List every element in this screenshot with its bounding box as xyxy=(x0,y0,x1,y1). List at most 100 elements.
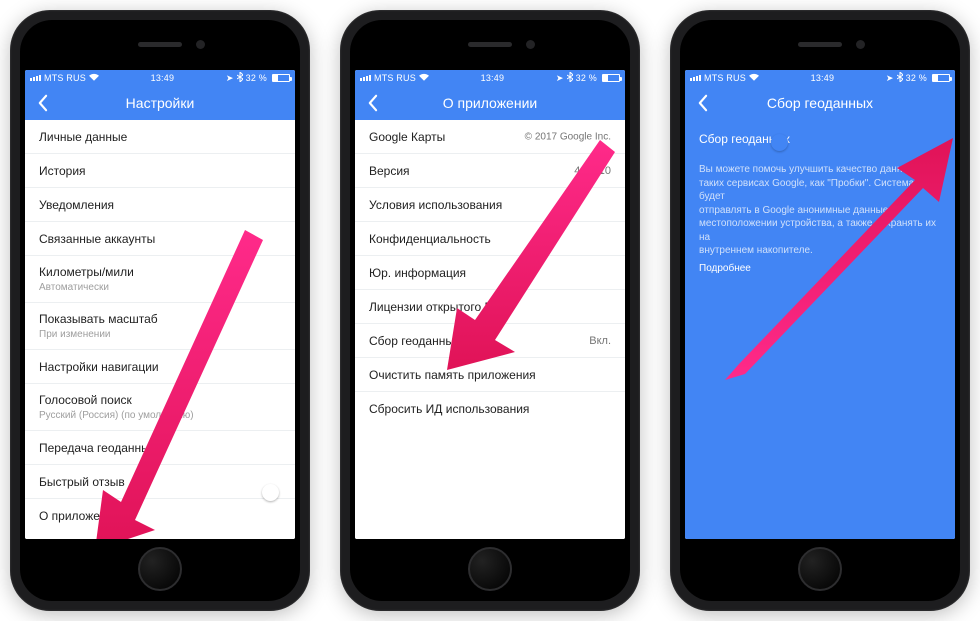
battery-icon xyxy=(272,74,290,82)
phone-inner: MTS RUS 13:49 ➤ 32 % xyxy=(20,20,300,601)
battery-icon xyxy=(932,74,950,82)
settings-list[interactable]: Личные данные История Уведомления Связан… xyxy=(25,120,295,539)
carrier-label: MTS RUS xyxy=(374,73,416,83)
row-reset-id[interactable]: Сбросить ИД использования xyxy=(355,392,625,426)
status-bar: MTS RUS 13:49 ➤ 32 % xyxy=(685,70,955,86)
wifi-icon xyxy=(419,73,429,83)
home-button[interactable] xyxy=(468,547,512,591)
desc-line: Вы можете помочь улучшить качество данны… xyxy=(699,164,923,175)
row-app-name: Google Карты © 2017 Google Inc. xyxy=(355,120,625,154)
row-clear-cache[interactable]: Очистить память приложения xyxy=(355,358,625,392)
row-units[interactable]: Километры/мили Автоматически xyxy=(25,256,295,303)
row-label: Сбор геоданных xyxy=(369,334,611,349)
page-title: О приложении xyxy=(443,95,537,111)
bluetooth-icon xyxy=(567,72,573,84)
phone-camera xyxy=(856,40,865,49)
row-label: Личные данные xyxy=(39,130,281,145)
location-collection-desc: Вы можете помочь улучшить качество данны… xyxy=(685,157,955,275)
status-right: ➤ 32 % xyxy=(556,72,620,84)
phone-camera xyxy=(196,40,205,49)
status-left: MTS RUS xyxy=(360,73,429,83)
row-label: Очистить память приложения xyxy=(369,368,611,383)
bluetooth-icon xyxy=(897,72,903,84)
row-privacy[interactable]: Конфиденциальность xyxy=(355,222,625,256)
row-value: Вкл. xyxy=(589,335,611,347)
status-left: MTS RUS xyxy=(30,73,99,83)
row-linked-accounts[interactable]: Связанные аккаунты xyxy=(25,222,295,256)
row-history[interactable]: История xyxy=(25,154,295,188)
row-label: Сбросить ИД использования xyxy=(369,402,611,417)
home-button[interactable] xyxy=(798,547,842,591)
signal-icon xyxy=(360,75,371,81)
carrier-label: MTS RUS xyxy=(44,73,86,83)
version-value: 4.41.10 xyxy=(574,165,611,177)
row-voice-search[interactable]: Голосовой поиск Русский (Россия) (по умо… xyxy=(25,384,295,431)
desc-line: таких сервисах Google, как "Пробки". Сис… xyxy=(699,178,914,203)
wifi-icon xyxy=(749,73,759,83)
row-share-location[interactable]: Передача геоданных xyxy=(25,431,295,465)
location-arrow-icon: ➤ xyxy=(886,73,894,84)
status-right: ➤ 32 % xyxy=(886,72,950,84)
battery-pct: 32 % xyxy=(246,73,267,83)
back-button[interactable] xyxy=(693,94,711,112)
row-personal-data[interactable]: Личные данные xyxy=(25,120,295,154)
desc-line: внутреннем накопителе. xyxy=(699,245,813,256)
status-bar: MTS RUS 13:49 ➤ 32 % xyxy=(25,70,295,86)
row-label: Быстрый отзыв xyxy=(39,475,281,490)
row-label: Километры/мили xyxy=(39,265,281,280)
row-navigation-settings[interactable]: Настройки навигации xyxy=(25,350,295,384)
location-arrow-icon: ➤ xyxy=(556,73,564,84)
row-legal[interactable]: Юр. информация xyxy=(355,256,625,290)
back-button[interactable] xyxy=(363,94,381,112)
battery-pct: 32 % xyxy=(576,73,597,83)
row-label: Связанные аккаунты xyxy=(39,232,281,247)
status-bar: MTS RUS 13:49 ➤ 32 % xyxy=(355,70,625,86)
status-time: 13:49 xyxy=(481,73,505,83)
row-terms[interactable]: Условия использования xyxy=(355,188,625,222)
row-location-collection-toggle[interactable]: Сбор геоданных xyxy=(685,120,955,157)
status-time: 13:49 xyxy=(811,73,835,83)
row-label: Голосовой поиск xyxy=(39,393,281,408)
bluetooth-icon xyxy=(237,72,243,84)
wifi-icon xyxy=(89,73,99,83)
location-arrow-icon: ➤ xyxy=(226,73,234,84)
row-label: Конфиденциальность xyxy=(369,232,611,247)
screen-about: MTS RUS 13:49 ➤ 32 % О приложении xyxy=(355,70,625,539)
battery-icon xyxy=(602,74,620,82)
row-label: Юр. информация xyxy=(369,266,611,281)
row-location-collection[interactable]: Сбор геоданных Вкл. xyxy=(355,324,625,358)
screen-location-collection: MTS RUS 13:49 ➤ 32 % Сбор геоданных xyxy=(685,70,955,539)
row-open-source[interactable]: Лицензии открытого ПО xyxy=(355,290,625,324)
phone-frame: MTS RUS 13:49 ➤ 32 % xyxy=(10,10,310,611)
row-sub: Русский (Россия) (по умолчанию) xyxy=(39,410,281,422)
nav-header: Настройки xyxy=(25,86,295,120)
status-left: MTS RUS xyxy=(690,73,759,83)
battery-pct: 32 % xyxy=(906,73,927,83)
phone-camera xyxy=(526,40,535,49)
desc-line: местоположении устройства, а также сохра… xyxy=(699,218,936,243)
home-button[interactable] xyxy=(138,547,182,591)
signal-icon xyxy=(30,75,41,81)
phone-speaker xyxy=(798,42,842,47)
status-right: ➤ 32 % xyxy=(226,72,290,84)
about-list[interactable]: Google Карты © 2017 Google Inc. Версия 4… xyxy=(355,120,625,539)
row-label: Показывать масштаб xyxy=(39,312,281,327)
phone-inner: MTS RUS 13:49 ➤ 32 % О приложении xyxy=(350,20,630,601)
back-button[interactable] xyxy=(33,94,51,112)
page-title: Сбор геоданных xyxy=(767,95,873,111)
row-label: Уведомления xyxy=(39,198,281,213)
desc-line: отправлять в Google анонимные данные о xyxy=(699,205,897,216)
learn-more-link[interactable]: Подробнее xyxy=(699,262,751,276)
carrier-label: MTS RUS xyxy=(704,73,746,83)
screen-settings: MTS RUS 13:49 ➤ 32 % xyxy=(25,70,295,539)
location-collection-panel: Сбор геоданных Вы можете помочь улучшить… xyxy=(685,120,955,539)
signal-icon xyxy=(690,75,701,81)
row-label: Передача геоданных xyxy=(39,441,281,456)
phone-frame: MTS RUS 13:49 ➤ 32 % О приложении xyxy=(340,10,640,611)
row-feedback[interactable]: Быстрый отзыв xyxy=(25,465,295,499)
nav-header: Сбор геоданных xyxy=(685,86,955,120)
row-notifications[interactable]: Уведомления xyxy=(25,188,295,222)
row-label: О приложении xyxy=(39,509,281,524)
row-show-scale[interactable]: Показывать масштаб При изменении xyxy=(25,303,295,350)
row-about[interactable]: О приложении xyxy=(25,499,295,533)
